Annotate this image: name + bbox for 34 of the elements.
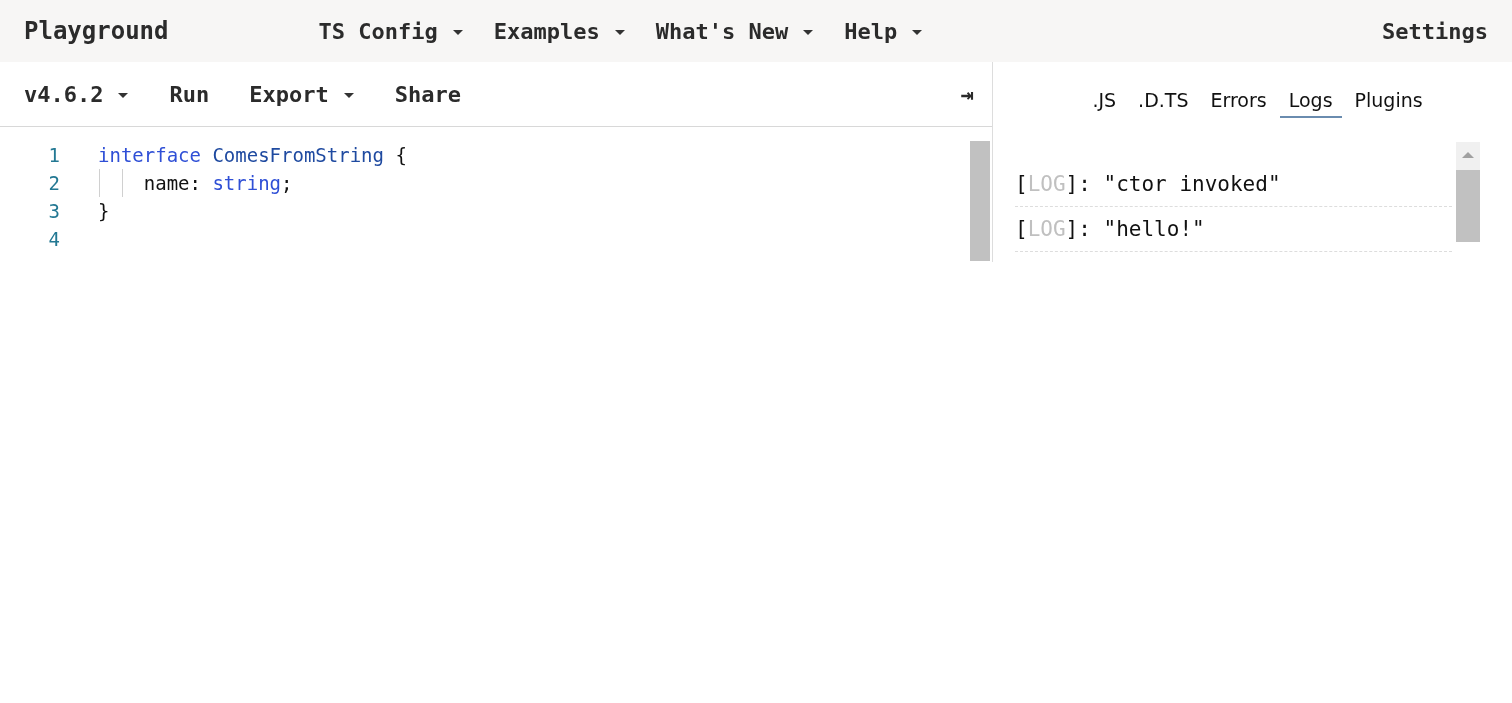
- caret-icon: [451, 29, 464, 36]
- panel-tab[interactable]: .JS: [1083, 84, 1126, 118]
- panel-tab[interactable]: Logs: [1279, 84, 1342, 118]
- menu-button[interactable]: TS Config: [318, 14, 464, 48]
- code-line: interface ComesFromString {: [98, 144, 407, 166]
- log-entry: [LOG]: "hello!": [1015, 207, 1452, 252]
- toolbar-button[interactable]: v4.6.2: [24, 77, 130, 111]
- line-number: 3: [47, 199, 60, 224]
- toolbar-button[interactable]: Share: [394, 77, 461, 111]
- scroll-up-icon[interactable]: [1461, 151, 1475, 159]
- caret-icon: [911, 29, 924, 36]
- caret-icon: [342, 92, 355, 99]
- settings-link[interactable]: Settings: [1382, 18, 1488, 44]
- menu-button[interactable]: Help: [844, 14, 924, 48]
- line-number: 1: [47, 143, 60, 168]
- code-line: }: [98, 200, 110, 222]
- line-number: 2: [47, 171, 60, 196]
- caret-icon: [117, 92, 130, 99]
- scrollbar-thumb[interactable]: [970, 141, 990, 261]
- code-line: name: string;: [142, 172, 293, 194]
- panel-tab[interactable]: .D.TS: [1129, 84, 1198, 118]
- toolbar-button[interactable]: Run: [169, 77, 210, 111]
- collapse-button[interactable]: ⇥: [960, 77, 974, 111]
- toolbar-button[interactable]: Export: [249, 77, 355, 111]
- caret-icon: [613, 29, 626, 36]
- app-title: Playground: [24, 17, 169, 45]
- panel-tab[interactable]: Errors: [1201, 84, 1276, 118]
- log-entry: [LOG]: "ctor invoked": [1015, 162, 1452, 207]
- caret-icon: [802, 29, 815, 36]
- panel-tab[interactable]: Plugins: [1345, 84, 1432, 118]
- menu-button[interactable]: What's New: [655, 14, 815, 48]
- menu-button[interactable]: Examples: [493, 14, 626, 48]
- scrollbar[interactable]: [1456, 142, 1480, 242]
- line-number: 4: [47, 227, 60, 252]
